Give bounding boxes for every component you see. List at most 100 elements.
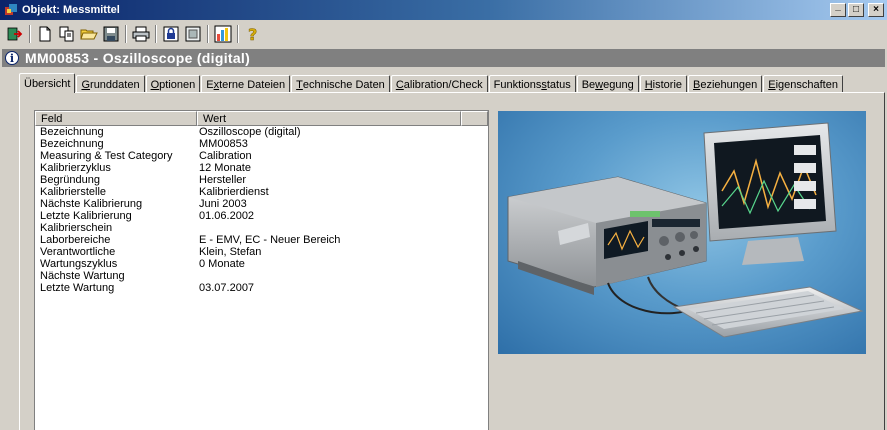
- print-button[interactable]: [130, 23, 152, 45]
- table-row[interactable]: Kalibrierstelle Kalibrierdienst: [35, 186, 488, 198]
- cell-field: Kalibrierstelle: [40, 186, 107, 198]
- table-row[interactable]: Nächste Wartung: [35, 270, 488, 282]
- cell-field: Kalibrierschein: [40, 222, 113, 234]
- table-row[interactable]: Wartungszyklus 0 Monate: [35, 258, 488, 270]
- tab-label-accesskey: T: [296, 78, 303, 91]
- toolbar-separator: [207, 25, 209, 43]
- toolbar: ?: [0, 21, 887, 47]
- tab-3[interactable]: Ex terne Dateien: [201, 75, 291, 93]
- maximize-icon: □: [852, 4, 860, 15]
- cell-value: MM00853: [199, 138, 248, 150]
- cell-field: Measuring & Test Category: [40, 150, 173, 162]
- lock-button[interactable]: [160, 23, 182, 45]
- tab-10[interactable]: Eigenschaften: [763, 75, 843, 93]
- tab-label-post: istorie: [652, 78, 683, 91]
- app-icon: [4, 3, 18, 17]
- close-button[interactable]: ×: [868, 3, 884, 17]
- table-row[interactable]: Bezeichnung Oszilloscope (digital): [35, 126, 488, 138]
- table-row[interactable]: Letzte Wartung 03.07.2007: [35, 282, 488, 294]
- print-icon: [132, 26, 150, 42]
- tab-label-pre: E: [206, 78, 214, 91]
- cell-value: Oszilloscope (digital): [199, 126, 301, 138]
- cell-value: 12 Monate: [199, 162, 251, 174]
- copy-button[interactable]: [56, 23, 78, 45]
- grid-body: Bezeichnung Oszilloscope (digital) Bezeich…: [35, 126, 488, 294]
- tab-label-post: echnische Daten: [302, 78, 385, 91]
- tab-label-accesskey: E: [768, 78, 776, 91]
- tab-label-post: igenschaften: [775, 78, 838, 91]
- info-icon: i: [5, 51, 19, 65]
- tab-7[interactable]: Be w egung: [576, 75, 639, 93]
- column-header-field[interactable]: Feld: [35, 111, 197, 126]
- tab-9[interactable]: Beziehungen: [688, 75, 763, 93]
- tab-label-post: terne Dateien: [219, 78, 286, 91]
- toolbar-separator: [29, 25, 31, 43]
- object-header: i MM00853 - Oszilloscope (digital): [2, 49, 885, 67]
- exit-button[interactable]: [4, 23, 26, 45]
- grid-header: Feld Wert: [35, 111, 488, 126]
- tab-8[interactable]: Historie: [639, 75, 688, 93]
- open-folder-icon: [80, 29, 98, 40]
- cell-value: Kalibrierdienst: [199, 186, 269, 198]
- cell-field: Begründung: [40, 174, 100, 186]
- column-header-value[interactable]: Wert: [197, 111, 461, 126]
- tab-6[interactable]: Funktions s tatus: [488, 75, 576, 93]
- tab-label-post: egung: [603, 78, 634, 91]
- cell-field: Bezeichnung: [40, 138, 104, 150]
- cell-value: E - EMV, EC - Neuer Bereich: [199, 234, 341, 246]
- tab-label-accesskey: B: [693, 78, 701, 91]
- exit-icon: [7, 27, 23, 41]
- table-row[interactable]: Letzte Kalibrierung 01.06.2002: [35, 210, 488, 222]
- svg-text:?: ?: [248, 25, 257, 43]
- table-row[interactable]: Measuring & Test Category Calibration: [35, 150, 488, 162]
- cell-field: Bezeichnung: [40, 126, 104, 138]
- help-button[interactable]: ?: [242, 23, 264, 45]
- cell-value: 0 Monate: [199, 258, 245, 270]
- save-icon: [103, 26, 119, 42]
- tab-5[interactable]: Calibration/Check: [390, 75, 488, 93]
- cell-value: 03.07.2007: [199, 282, 255, 294]
- cell-value: Klein, Stefan: [199, 246, 262, 258]
- minimize-button[interactable]: _: [830, 2, 846, 17]
- tab-label-accesskey: C: [395, 78, 404, 91]
- window-title: Objekt: Messmittel: [22, 4, 120, 16]
- help-icon: ?: [248, 25, 258, 43]
- tab-1[interactable]: Grunddaten: [76, 75, 145, 93]
- tab-label-accesskey: w: [595, 78, 604, 91]
- tab-label-post: ptionen: [159, 78, 196, 91]
- tab-4[interactable]: Technische Daten: [291, 75, 390, 93]
- tab-label-accesskey: G: [81, 78, 91, 91]
- table-row[interactable]: Begründung Hersteller: [35, 174, 488, 186]
- tab-0[interactable]: Übersicht: [19, 73, 76, 93]
- window-titlebar: Objekt: Messmittel _ □ ×: [0, 0, 887, 20]
- tab-label-pre: Funktions: [493, 78, 542, 91]
- open-button[interactable]: [78, 23, 100, 45]
- tab-label-accesskey: O: [150, 78, 160, 91]
- table-row[interactable]: Laborbereiche E - EMV, EC - Neuer Bereich: [35, 234, 488, 246]
- table-row[interactable]: Kalibrierschein: [35, 222, 488, 234]
- tab-2[interactable]: Optionen: [145, 75, 201, 93]
- tab-label-pre: Übersicht: [24, 77, 71, 90]
- table-row[interactable]: Bezeichnung MM00853: [35, 138, 488, 150]
- new-document-icon: [39, 26, 51, 42]
- cell-field: Verantwortliche: [40, 246, 116, 258]
- device-image: [498, 111, 866, 354]
- oscilloscope-photo: [507, 122, 864, 338]
- chart-button[interactable]: [212, 23, 234, 45]
- new-button[interactable]: [34, 23, 56, 45]
- tab-label-post: eziehungen: [700, 78, 758, 91]
- table-row[interactable]: Nächste Kalibrierung Juni 2003: [35, 198, 488, 210]
- form-button[interactable]: [182, 23, 204, 45]
- cell-value: Calibration: [199, 150, 252, 162]
- cell-field: Laborbereiche: [40, 234, 111, 246]
- table-row[interactable]: Kalibrierzyklus 12 Monate: [35, 162, 488, 174]
- tab-label-post: runddaten: [90, 78, 140, 91]
- tab-label-pre: Be: [581, 78, 596, 91]
- save-button[interactable]: [100, 23, 122, 45]
- cell-field: Nächste Wartung: [40, 270, 125, 282]
- overview-grid[interactable]: Feld Wert Bezeichnung Oszilloscope (digit…: [34, 110, 489, 430]
- cell-field: Letzte Wartung: [40, 282, 115, 294]
- maximize-button[interactable]: □: [848, 3, 864, 17]
- toolbar-separator: [125, 25, 127, 43]
- table-row[interactable]: Verantwortliche Klein, Stefan: [35, 246, 488, 258]
